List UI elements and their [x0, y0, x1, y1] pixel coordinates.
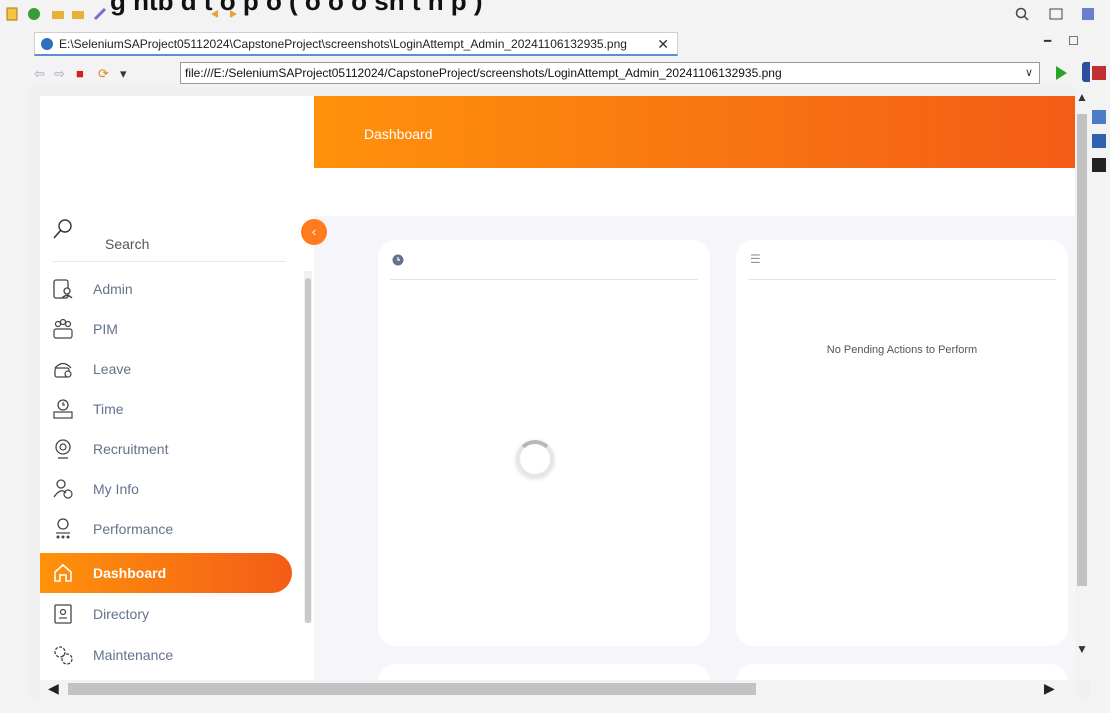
toolbar-headline-fragment: g ntb d t o p o ( o o o sn t n p )	[110, 0, 483, 16]
sidebar-item-label: Admin	[93, 281, 133, 297]
pim-icon	[52, 318, 74, 340]
sidebar-item-label: Recruitment	[93, 441, 169, 457]
top-nav-bar	[314, 168, 1075, 216]
sidebar-item-label: Directory	[93, 606, 150, 622]
horizontal-scroll-thumb[interactable]	[68, 683, 756, 695]
go-button[interactable]	[1056, 66, 1067, 80]
list-icon: ☰	[750, 252, 761, 266]
left-gutter	[0, 30, 28, 713]
search-placeholder: Search	[105, 236, 150, 252]
sidebar-item-directory[interactable]: Directory	[40, 594, 292, 634]
page-scroll-thumb[interactable]	[1077, 114, 1087, 586]
page-viewport: Dashboard Search Admin PIM Leave Time Re…	[40, 96, 1075, 680]
page-horizontal-scrollbar[interactable]: ◀ ▶	[40, 680, 1075, 698]
scroll-up-icon[interactable]: ▲	[1076, 90, 1088, 104]
javadoc-icon[interactable]	[1092, 110, 1106, 124]
sidebar-item-recruitment[interactable]: Recruitment	[40, 429, 292, 469]
my-info-icon	[52, 478, 74, 500]
perspective-icon[interactable]	[1048, 6, 1064, 22]
sidebar-item-label: Leave	[93, 361, 132, 377]
forward-icon[interactable]	[226, 6, 242, 22]
sidebar-search[interactable]: Search	[52, 218, 286, 262]
sidebar-item-leave[interactable]: Leave	[40, 349, 292, 389]
close-icon[interactable]: ✕	[657, 36, 669, 53]
sidebar-item-pim[interactable]: PIM	[40, 309, 292, 349]
maintenance-icon	[52, 644, 74, 666]
admin-icon	[52, 278, 74, 300]
app-header: Dashboard	[314, 96, 1075, 168]
my-actions-card: ☰ No Pending Actions to Perform	[736, 240, 1068, 646]
sidebar-item-my-info[interactable]: My Info	[40, 469, 292, 509]
search-icon	[53, 219, 72, 239]
address-bar: ⇦ ⇨ ■ ⟳ ▾ file:///E:/SeleniumSAProject05…	[28, 58, 1102, 86]
sidebar-item-label: Maintenance	[93, 647, 174, 663]
time-icon	[52, 398, 74, 420]
run-icon[interactable]	[26, 6, 42, 22]
loading-spinner	[516, 440, 554, 478]
back-arrow-icon[interactable]: ⇦	[34, 66, 45, 82]
sidebar-item-label: Dashboard	[93, 565, 167, 581]
back-icon[interactable]	[206, 6, 222, 22]
chevron-down-icon[interactable]: ▾	[120, 66, 127, 82]
ide-status-bar	[0, 698, 1110, 713]
directory-icon	[52, 603, 74, 625]
sidebar-item-dashboard[interactable]: Dashboard	[40, 553, 292, 593]
new-file-icon[interactable]	[4, 6, 20, 22]
recruitment-icon	[52, 438, 74, 460]
console-icon[interactable]	[1092, 134, 1106, 148]
stop-icon[interactable]: ■	[76, 66, 84, 81]
sidebar-item-time[interactable]: Time	[40, 389, 292, 429]
sidebar-item-label: Time	[93, 401, 124, 417]
scroll-left-icon[interactable]: ◀	[48, 680, 59, 697]
dashboard-card-lower-left	[378, 664, 710, 680]
sidebar-item-maintenance[interactable]: Maintenance	[40, 635, 292, 675]
task-icon[interactable]	[1092, 158, 1106, 172]
card-header: ☰	[748, 252, 1056, 280]
card-header	[390, 254, 698, 280]
sidebar-item-performance[interactable]: Performance	[40, 509, 292, 549]
sidebar-item-label: PIM	[93, 321, 118, 337]
editor-tab-strip: E:\SeleniumSAProject05112024\CapstonePro…	[0, 30, 1110, 58]
clock-icon	[392, 254, 404, 266]
scroll-down-icon[interactable]: ▼	[1076, 642, 1088, 656]
scroll-right-icon[interactable]: ▶	[1044, 680, 1055, 697]
maximize-button[interactable]: ☐	[1068, 34, 1079, 48]
sidebar: Search Admin PIM Leave Time Recruitment	[40, 96, 314, 680]
leave-icon	[52, 358, 74, 380]
globe-icon	[41, 37, 53, 50]
sidebar-item-admin[interactable]: Admin	[40, 269, 292, 309]
ide-toolbar: g ntb d t o p o ( o o o sn t n p )	[0, 0, 1110, 30]
page-vertical-scrollbar[interactable]: ▲ ▼	[1075, 86, 1089, 680]
pin-icon[interactable]	[92, 6, 108, 22]
no-actions-message: No Pending Actions to Perform	[826, 344, 978, 356]
time-at-work-card	[378, 240, 710, 646]
url-input[interactable]: file:///E:/SeleniumSAProject05112024/Cap…	[180, 62, 1040, 84]
forward-arrow-icon[interactable]: ⇨	[54, 66, 65, 82]
sidebar-scroll-thumb[interactable]	[305, 278, 311, 623]
java-perspective-icon[interactable]	[1080, 6, 1096, 22]
outline-icon[interactable]	[1092, 66, 1106, 80]
folder-icon[interactable]	[70, 6, 86, 22]
page-title: Dashboard	[364, 126, 433, 142]
right-trim-panel	[1090, 30, 1110, 713]
minimize-button[interactable]: ━	[1044, 34, 1051, 48]
dashboard-card-lower-right	[736, 664, 1068, 680]
url-dropdown-icon[interactable]: ∨	[1025, 63, 1033, 83]
dashboard-icon	[52, 562, 74, 584]
search-icon[interactable]	[1014, 6, 1030, 22]
tab-screenshot[interactable]: E:\SeleniumSAProject05112024\CapstonePro…	[34, 32, 678, 56]
open-folder-icon[interactable]	[50, 6, 66, 22]
sidebar-item-label: My Info	[93, 481, 139, 497]
eclipse-window: g ntb d t o p o ( o o o sn t n p ) E:\Se…	[0, 0, 1110, 713]
tab-title: E:\SeleniumSAProject05112024\CapstonePro…	[59, 36, 627, 51]
url-text: file:///E:/SeleniumSAProject05112024/Cap…	[185, 66, 782, 80]
sidebar-item-label: Performance	[93, 521, 174, 537]
refresh-icon[interactable]: ⟳	[98, 66, 109, 82]
performance-icon	[52, 518, 74, 540]
collapse-sidebar-button[interactable]: ‹	[301, 219, 327, 245]
